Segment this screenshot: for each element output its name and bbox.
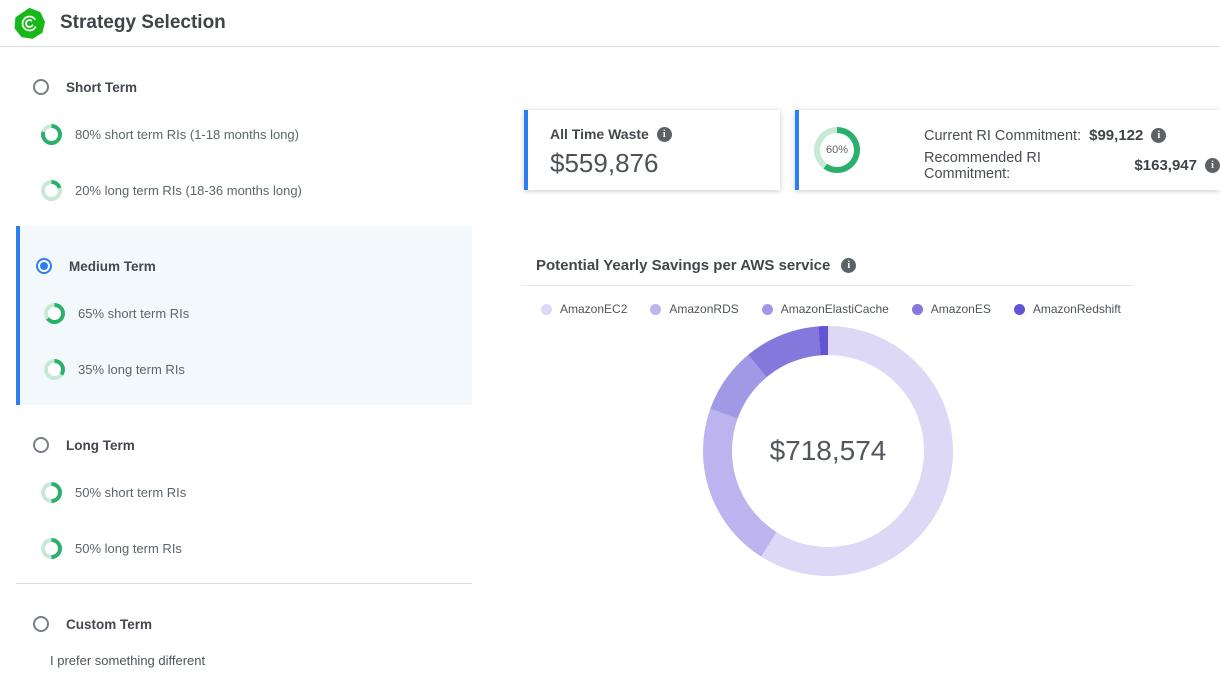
- section-label: Short Term: [66, 80, 137, 95]
- info-icon[interactable]: i: [1151, 128, 1166, 143]
- savings-donut-ring[interactable]: $718,574: [703, 326, 953, 576]
- section-label: Medium Term: [69, 259, 156, 274]
- short-term-split-2: 20% long term RIs (18-36 months long): [41, 179, 302, 201]
- progress-ring-20: [41, 180, 62, 201]
- page-title: Strategy Selection: [60, 12, 226, 34]
- medium-term-split-1: 65% short term RIs: [44, 302, 189, 324]
- split-label: 80% short term RIs (1-18 months long): [75, 127, 299, 142]
- app-header: Strategy Selection: [0, 0, 1220, 47]
- sidebar-divider: [16, 583, 472, 584]
- split-label: 50% long term RIs: [75, 541, 182, 556]
- legend-dot: [762, 304, 773, 315]
- current-ri-value: $99,122: [1089, 127, 1143, 144]
- waste-card-label: All Time Waste: [550, 126, 649, 142]
- strategy-option-short-term[interactable]: Short Term: [33, 79, 137, 95]
- legend-dot: [541, 304, 552, 315]
- recommended-ri-label: Recommended RI Commitment:: [924, 150, 1126, 182]
- gauge-percent-label: 60%: [826, 144, 848, 156]
- info-icon[interactable]: i: [841, 258, 856, 273]
- legend-item-amazonrds[interactable]: AmazonRDS: [650, 302, 738, 316]
- progress-ring-35: [44, 359, 65, 380]
- radio-custom-term[interactable]: [33, 616, 49, 632]
- waste-card-value: $559,876: [550, 148, 658, 179]
- legend-label: AmazonEC2: [560, 302, 627, 316]
- legend-label: AmazonElastiCache: [781, 302, 889, 316]
- strategy-option-custom-term[interactable]: Custom Term: [33, 616, 152, 632]
- commitment-gauge: 60%: [814, 127, 860, 173]
- radio-medium-term[interactable]: [36, 258, 52, 274]
- custom-term-description: I prefer something different: [50, 653, 205, 668]
- chart-divider: [522, 285, 1133, 286]
- short-term-split-1: 80% short term RIs (1-18 months long): [41, 123, 299, 145]
- cloudability-logo-icon: [14, 8, 45, 39]
- progress-ring-50a: [41, 482, 62, 503]
- current-ri-label: Current RI Commitment:: [924, 128, 1081, 144]
- progress-ring-65: [44, 303, 65, 324]
- split-label: 50% short term RIs: [75, 485, 186, 500]
- donut-center-value: $718,574: [703, 326, 953, 576]
- strategy-option-long-term[interactable]: Long Term: [33, 437, 135, 453]
- legend-label: AmazonES: [931, 302, 991, 316]
- progress-ring-50b: [41, 538, 62, 559]
- progress-ring-80: [41, 124, 62, 145]
- all-time-waste-card: All Time Waste i $559,876: [524, 110, 780, 190]
- medium-term-split-2: 35% long term RIs: [44, 358, 185, 380]
- split-label: 20% long term RIs (18-36 months long): [75, 183, 302, 198]
- legend-label: AmazonRDS: [669, 302, 738, 316]
- long-term-split-2: 50% long term RIs: [41, 537, 182, 559]
- ri-commitment-card: 60% Current RI Commitment: $99,122 i Rec…: [795, 110, 1220, 190]
- section-label: Custom Term: [66, 617, 152, 632]
- legend-item-amazonredshift[interactable]: AmazonRedshift: [1014, 302, 1121, 316]
- long-term-split-1: 50% short term RIs: [41, 481, 186, 503]
- recommended-ri-value: $163,947: [1134, 157, 1197, 174]
- strategy-option-medium-term[interactable]: Medium Term: [36, 258, 156, 274]
- legend-dot: [912, 304, 923, 315]
- radio-short-term[interactable]: [33, 79, 49, 95]
- info-icon[interactable]: i: [657, 127, 672, 142]
- split-label: 35% long term RIs: [78, 362, 185, 377]
- legend-item-amazonec2[interactable]: AmazonEC2: [541, 302, 627, 316]
- legend-dot: [650, 304, 661, 315]
- current-ri-commitment-row: Current RI Commitment: $99,122 i: [924, 125, 1220, 146]
- chart-legend: AmazonEC2 AmazonRDS AmazonElastiCache Am…: [541, 302, 1121, 316]
- info-icon[interactable]: i: [1205, 158, 1220, 173]
- radio-long-term[interactable]: [33, 437, 49, 453]
- legend-item-amazones[interactable]: AmazonES: [912, 302, 991, 316]
- legend-dot: [1014, 304, 1025, 315]
- recommended-ri-commitment-row: Recommended RI Commitment: $163,947 i: [924, 155, 1220, 176]
- legend-label: AmazonRedshift: [1033, 302, 1121, 316]
- section-label: Long Term: [66, 438, 135, 453]
- chart-title: Potential Yearly Savings per AWS service: [536, 257, 830, 274]
- legend-item-amazonelasticache[interactable]: AmazonElastiCache: [762, 302, 889, 316]
- split-label: 65% short term RIs: [78, 306, 189, 321]
